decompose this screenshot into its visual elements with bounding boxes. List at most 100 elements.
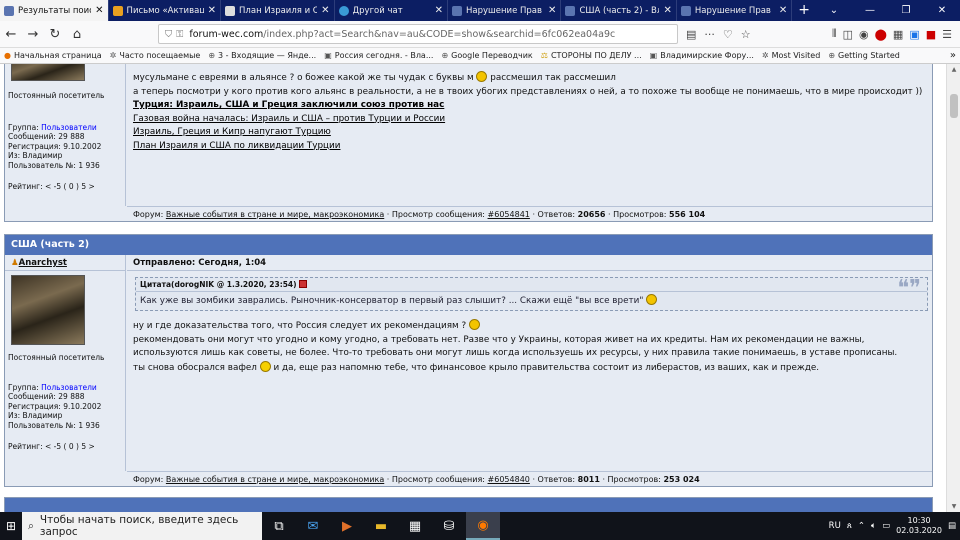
post-id-link[interactable]: #6054840	[488, 475, 530, 484]
firefox-icon[interactable]: ◉	[466, 512, 500, 540]
extension-icon[interactable]: ▦	[893, 28, 903, 41]
avatar	[11, 275, 85, 345]
forum-link[interactable]: Важные события в стране и мире, макроэко…	[166, 210, 384, 219]
user-group: Группа: Пользователи	[8, 382, 97, 392]
tab-rights-violation-2[interactable]: Нарушение Прав ✕	[677, 0, 793, 21]
tab-israel-plan[interactable]: План Израиля и С ✕	[221, 0, 335, 21]
scroll-down-icon[interactable]: ▼	[947, 503, 960, 510]
close-window-icon[interactable]: ✕	[924, 0, 960, 21]
search-icon: ⌕	[28, 519, 34, 532]
tab-rights-violation-1[interactable]: Нарушение Прав ✕	[448, 0, 562, 21]
close-icon[interactable]: ✕	[663, 5, 671, 16]
task-view-icon[interactable]: ⧉	[262, 512, 296, 540]
post-id-link[interactable]: #6054841	[488, 210, 530, 219]
group-link[interactable]: Пользователи	[41, 123, 97, 132]
library-icon[interactable]: ⫴	[832, 27, 837, 41]
laugh-smiley-icon	[646, 294, 658, 305]
user-status: Постоянный посетитель	[8, 353, 105, 362]
reader-view-icon[interactable]: ▤	[686, 28, 696, 41]
chevron-down-icon[interactable]: ⌄	[816, 0, 852, 21]
pocket-icon[interactable]: ♡	[723, 28, 733, 41]
author-name[interactable]: ♟Anarchyst	[5, 255, 125, 271]
scrollbar-thumb[interactable]	[950, 94, 958, 118]
scroll-up-icon[interactable]: ▲	[947, 66, 960, 73]
bookmark-item[interactable]: ✲ Часто посещаемые	[106, 51, 205, 60]
maximize-icon[interactable]: ❐	[888, 0, 924, 21]
post-link[interactable]: Турция: Израиль, США и Греция заключили …	[133, 100, 444, 110]
battery-icon[interactable]: ▭	[882, 521, 890, 531]
home-icon[interactable]: ⌂	[66, 27, 88, 42]
sidebar-icon[interactable]: ◫	[843, 28, 853, 41]
volume-icon[interactable]: 🔈︎	[871, 521, 876, 531]
back-icon[interactable]: ←	[0, 27, 22, 42]
tab-usa-part-2[interactable]: США (часть 2) - Вл ✕	[561, 0, 677, 21]
url-actions: ▤ ··· ♡ ☆	[686, 28, 751, 41]
close-icon[interactable]: ✕	[548, 5, 556, 16]
bookmark-item[interactable]: ⊕ 3 - Входящие — Янде...	[204, 51, 320, 60]
bookmark-item[interactable]: ✲ Most Visited	[758, 51, 824, 60]
post-footer: Форум: Важные события в стране и мире, м…	[127, 206, 932, 222]
reload-icon[interactable]: ↻	[44, 27, 66, 42]
forum-favicon-icon	[451, 5, 462, 16]
user-registered: Регистрация: 9.10.2002	[8, 401, 102, 411]
new-tab-icon[interactable]: +	[792, 0, 816, 21]
globe-icon: ⊕	[441, 51, 449, 60]
bookmarks-overflow-icon[interactable]: »	[946, 50, 960, 61]
post-link[interactable]: План Израиля и США по ликвидации Турции	[133, 141, 340, 151]
account-icon[interactable]: ◉	[859, 28, 869, 41]
bookmark-item[interactable]: ▣ Россия сегодня. - Вла...	[320, 51, 437, 60]
bookmark-item[interactable]: ▣ Владимирские Фору...	[646, 51, 758, 60]
url-input[interactable]: ⛉ ⚿ forum-wec.com/index.php?act=Search&n…	[158, 24, 678, 44]
forward-icon[interactable]: →	[22, 27, 44, 42]
menu-icon[interactable]: ☰	[942, 28, 952, 41]
close-icon[interactable]: ✕	[95, 5, 103, 16]
quote-mark-icon: ❝❞	[897, 276, 921, 301]
chevron-up-icon[interactable]: ⌃	[858, 521, 865, 531]
tab-other-chat[interactable]: Другой чат ✕	[335, 0, 448, 21]
page-scrollbar[interactable]: ▲ ▼	[946, 64, 960, 512]
post-link[interactable]: Газовая война началась: Израиль и США – …	[133, 114, 445, 124]
quote-body: Как уже вы зомбики заврались. Рыночник-к…	[136, 291, 927, 310]
adblock-icon[interactable]: ⬤	[875, 28, 887, 41]
post-link[interactable]: Израиль, Греция и Кипр напугают Турцию	[133, 127, 331, 137]
bookmark-item[interactable]: ⚖ СТОРОНЫ ПО ДЕЛУ ...	[537, 51, 646, 60]
store-icon[interactable]: ⛁	[432, 512, 466, 540]
bookmark-item[interactable]: ⊕ Google Переводчик	[437, 51, 536, 60]
language-indicator[interactable]: RU	[829, 521, 841, 531]
calculator-icon[interactable]: ▦	[398, 512, 432, 540]
close-icon[interactable]: ✕	[435, 5, 443, 16]
close-icon[interactable]: ✕	[779, 5, 787, 16]
forum-link[interactable]: Важные события в стране и мире, макроэко…	[166, 475, 384, 484]
close-icon[interactable]: ✕	[321, 5, 329, 16]
post-topic-title[interactable]	[5, 498, 932, 512]
file-explorer-icon[interactable]: ▬	[364, 512, 398, 540]
taskbar-search-input[interactable]: ⌕ Чтобы начать поиск, введите здесь запр…	[22, 512, 262, 540]
windows-start-icon[interactable]: ⊞	[0, 512, 22, 540]
clock[interactable]: 10:30 02.03.2020	[896, 516, 942, 536]
post-topic-title[interactable]: США (часть 2)	[5, 235, 932, 255]
notifications-icon[interactable]: ▤	[948, 521, 956, 531]
star-icon[interactable]: ☆	[741, 28, 751, 41]
pdf-icon[interactable]: ■	[926, 28, 936, 41]
jump-to-post-icon[interactable]	[298, 280, 307, 288]
post-body: ну и где доказательства того, что Россия…	[133, 319, 898, 373]
mail-app-icon[interactable]: ✉	[296, 512, 330, 540]
people-icon[interactable]: ጰ	[847, 521, 852, 531]
tab-search-results[interactable]: Результаты поиска ✕	[0, 0, 109, 21]
group-link[interactable]: Пользователи	[41, 383, 97, 392]
minimize-icon[interactable]: —	[852, 0, 888, 21]
wink-smiley-icon	[259, 360, 271, 372]
close-icon[interactable]: ✕	[208, 5, 216, 16]
user-rating[interactable]: Рейтинг: < -5 ( 0 ) 5 >	[8, 442, 125, 452]
translate-icon[interactable]: ▣	[909, 28, 919, 41]
media-player-icon[interactable]: ▶	[330, 512, 364, 540]
puzzle-favicon-icon	[225, 5, 236, 16]
user-number: Пользователь №: 1 936	[8, 420, 100, 430]
forum-favicon-icon	[565, 5, 576, 16]
tab-mail[interactable]: Письмо «Активаци ✕	[109, 0, 222, 21]
more-icon[interactable]: ···	[704, 28, 715, 41]
bookmark-item[interactable]: ● Начальная страница	[0, 51, 106, 60]
bookmark-item[interactable]: ⊕ Getting Started	[824, 51, 904, 60]
taskbar: ⊞ ⌕ Чтобы начать поиск, введите здесь за…	[0, 512, 960, 540]
user-rating[interactable]: Рейтинг: < -5 ( 0 ) 5 >	[8, 182, 125, 192]
